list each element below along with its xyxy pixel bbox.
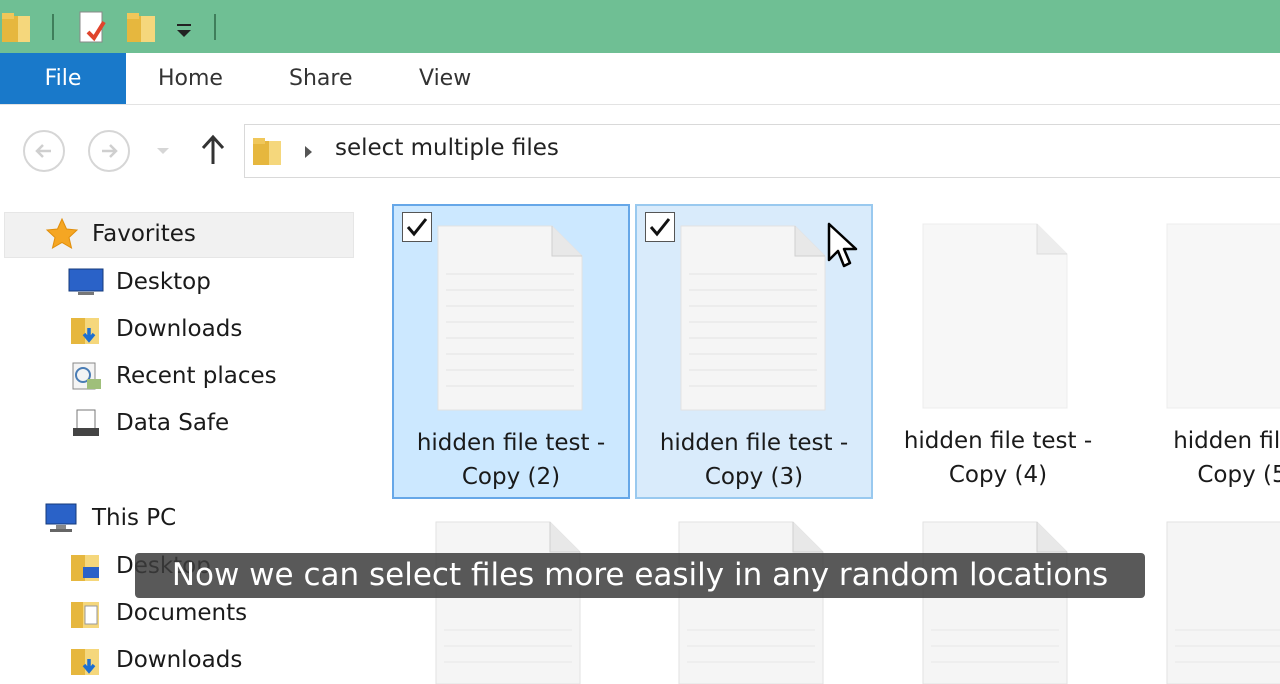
video-caption: Now we can select files more easily in a…	[135, 553, 1145, 598]
text-file-icon[interactable]	[921, 520, 1069, 684]
text-file-icon[interactable]	[434, 520, 582, 684]
file-name-line: hidden file test -	[903, 428, 1093, 454]
file-name: hidden file test - Copy (2)	[394, 426, 628, 494]
navigation-pane: Favorites Desktop Downloads Recent place…	[0, 190, 370, 684]
computer-icon	[44, 500, 80, 536]
item-checkbox[interactable]	[402, 212, 432, 242]
sidebar-item-label: Downloads	[116, 647, 243, 673]
text-file-icon[interactable]	[677, 520, 825, 684]
tab-home[interactable]: Home	[158, 53, 223, 104]
breadcrumb-chevron-icon[interactable]	[301, 143, 315, 161]
file-name-line: hidden file test -	[416, 430, 606, 456]
documents-folder-icon	[68, 595, 104, 631]
downloads-folder-icon	[68, 311, 104, 347]
text-file-icon	[1166, 223, 1280, 409]
text-file-icon	[680, 225, 826, 411]
sidebar-item-recent-places[interactable]: Recent places	[68, 358, 277, 394]
file-name-line: Copy (5	[1197, 462, 1280, 488]
title-bar	[0, 0, 1280, 53]
file-name: hidden file t Copy (5	[1123, 424, 1280, 492]
file-name-line: Copy (2)	[461, 464, 561, 490]
file-item-copy-2[interactable]: hidden file test - Copy (2)	[392, 204, 630, 499]
mouse-cursor-icon	[827, 222, 858, 268]
file-item-copy-4[interactable]: hidden file test - Copy (4)	[879, 204, 1117, 499]
address-bar[interactable]: select multiple files	[244, 124, 1280, 178]
file-item-copy-5[interactable]: hidden file t Copy (5	[1123, 204, 1280, 499]
tab-file[interactable]: File	[0, 53, 126, 104]
toolbar-separator	[214, 14, 216, 40]
up-arrow-icon[interactable]	[198, 132, 228, 168]
text-file-icon	[922, 223, 1068, 409]
sidebar-item-favorites[interactable]: Favorites	[44, 216, 196, 252]
file-name-line: hidden file t	[1173, 428, 1280, 454]
file-name-line: hidden file test -	[659, 430, 849, 456]
ribbon-tabs: File Home Share View	[0, 53, 1280, 105]
arrow-left-icon	[35, 144, 51, 158]
properties-icon[interactable]	[76, 8, 108, 46]
sidebar-item-downloads[interactable]: Downloads	[68, 311, 242, 347]
file-name: hidden file test - Copy (4)	[879, 424, 1117, 492]
sidebar-item-label: Documents	[116, 600, 248, 626]
text-file-icon	[437, 225, 583, 411]
item-checkbox[interactable]	[645, 212, 675, 242]
checkmark-icon	[406, 218, 428, 237]
sidebar-item-documents[interactable]: Documents	[68, 595, 247, 631]
desktop-icon	[68, 264, 104, 300]
sidebar-item-label: Favorites	[92, 221, 196, 247]
file-name-line: Copy (4)	[948, 462, 1048, 488]
recent-places-icon	[68, 358, 104, 394]
text-file-icon[interactable]	[1165, 520, 1280, 684]
tab-view[interactable]: View	[419, 53, 471, 104]
recent-locations-dropdown-icon[interactable]	[154, 144, 172, 158]
address-path[interactable]: select multiple files	[335, 135, 559, 161]
new-folder-icon[interactable]	[125, 8, 157, 46]
downloads-folder-icon	[68, 642, 104, 678]
back-button[interactable]	[23, 130, 65, 172]
toolbar-separator	[52, 14, 54, 40]
sidebar-item-label: This PC	[92, 505, 177, 531]
data-safe-icon	[68, 405, 104, 441]
sidebar-item-label: Downloads	[116, 316, 243, 342]
forward-button[interactable]	[88, 130, 130, 172]
desktop-folder-icon	[68, 548, 104, 584]
folder-icon[interactable]	[0, 8, 32, 46]
sidebar-item-this-pc[interactable]: This PC	[44, 500, 176, 536]
file-name-line: Copy (3)	[704, 464, 804, 490]
folder-icon	[253, 138, 281, 165]
sidebar-item-pc-downloads[interactable]: Downloads	[68, 642, 242, 678]
customize-toolbar-icon[interactable]	[170, 8, 198, 46]
sidebar-item-desktop[interactable]: Desktop	[68, 264, 211, 300]
tab-share[interactable]: Share	[289, 53, 353, 104]
arrow-right-icon	[102, 144, 118, 158]
sidebar-item-label: Desktop	[116, 269, 211, 295]
sidebar-item-data-safe[interactable]: Data Safe	[68, 405, 229, 441]
sidebar-item-label: Recent places	[116, 363, 277, 389]
checkmark-icon	[649, 218, 671, 237]
navigation-bar: select multiple files	[0, 106, 1280, 190]
star-icon	[44, 216, 80, 252]
sidebar-item-label: Data Safe	[116, 410, 230, 436]
file-name: hidden file test - Copy (3)	[637, 426, 871, 494]
